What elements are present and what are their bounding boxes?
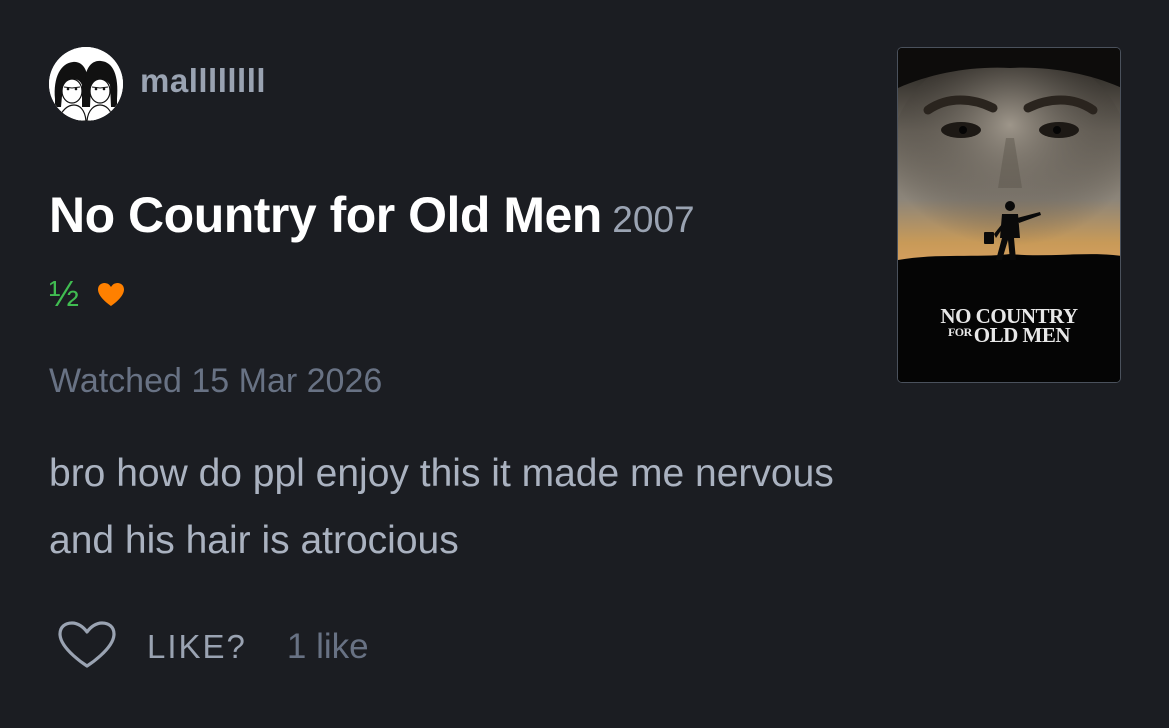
star-rating: ½ bbox=[49, 273, 80, 314]
avatar-image bbox=[49, 47, 123, 121]
heart-outline-icon bbox=[57, 620, 117, 675]
watched-date: Watched 15 Mar 2026 bbox=[49, 362, 383, 400]
like-count[interactable]: 1 like bbox=[287, 627, 369, 667]
rating-row: ½ bbox=[49, 272, 125, 316]
review-card: mallllllll No Country for Old Men 2007 ½… bbox=[0, 0, 1169, 728]
heart-icon bbox=[97, 282, 125, 307]
film-year[interactable]: 2007 bbox=[612, 199, 694, 240]
review-text: bro how do ppl enjoy this it made me ner… bbox=[49, 440, 1069, 574]
review-line: and his hair is atrocious bbox=[49, 519, 459, 562]
like-button[interactable]: LIKE? bbox=[57, 620, 247, 675]
user-avatar[interactable] bbox=[49, 47, 123, 121]
review-line: bro how do ppl enjoy this it made me ner… bbox=[49, 452, 834, 495]
username[interactable]: mallllllll bbox=[140, 64, 266, 97]
review-actions: LIKE? 1 like bbox=[57, 620, 369, 675]
like-label: LIKE? bbox=[147, 628, 247, 665]
film-title[interactable]: No Country for Old Men bbox=[49, 187, 602, 243]
poster-title: NO COUNTRY FOROLD MEN bbox=[940, 304, 1078, 347]
film-poster[interactable]: NO COUNTRY FOROLD MEN bbox=[897, 47, 1121, 383]
film-title-row: No Country for Old Men 2007 bbox=[49, 190, 695, 240]
